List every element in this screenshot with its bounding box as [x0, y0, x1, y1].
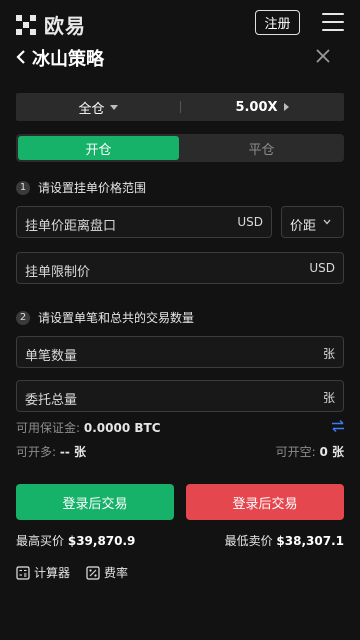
login-to-trade-buy-button[interactable]: 登录后交易 — [16, 484, 174, 520]
step-number: 1 — [16, 180, 30, 195]
section-price-range-label: 1 请设置挂单价格范围 — [16, 179, 146, 196]
max-buy-price: 最高买价 $39,870.9 — [16, 532, 135, 549]
step-number: 2 — [16, 310, 30, 325]
limit-price-placeholder: 挂单限制价 — [25, 265, 91, 280]
register-button[interactable]: 注册 — [255, 10, 300, 35]
can-open-long-label: 可开多: — [16, 445, 57, 459]
hamburger-menu-icon[interactable] — [322, 13, 344, 31]
distance-type-value: 价距 — [290, 219, 317, 234]
can-open-short-label: 可开空: — [275, 445, 316, 459]
okx-logo-icon — [16, 14, 36, 35]
leverage-value: 5.00X — [235, 99, 278, 115]
leverage-select[interactable]: 5.00X — [180, 93, 344, 121]
can-open-long: 可开多: -- 张 — [16, 443, 86, 460]
transfer-icon[interactable] — [331, 419, 345, 433]
price-distance-input[interactable]: 挂单价距离盘口 USD — [16, 206, 272, 238]
section-title: 请设置单笔和总共的交易数量 — [38, 311, 195, 325]
section-title: 请设置挂单价格范围 — [38, 181, 147, 195]
available-margin-label: 可用保证金: — [16, 421, 81, 435]
caret-down-icon — [109, 104, 118, 110]
single-quantity-input[interactable]: 单笔数量 张 — [16, 336, 344, 368]
top-bar: 欧易 注册 — [0, 0, 360, 42]
margin-mode-select[interactable]: 全仓 — [16, 93, 180, 121]
price-distance-unit: USD — [237, 215, 263, 229]
price-distance-placeholder: 挂单价距离盘口 — [25, 219, 117, 234]
limit-price-unit: USD — [309, 261, 335, 275]
can-open-long-value: -- 张 — [59, 445, 87, 459]
calculator-label: 计算器 — [34, 566, 71, 580]
min-sell-value: $38,307.1 — [276, 534, 344, 548]
close-icon[interactable] — [315, 48, 331, 64]
calculator-link[interactable]: 计算器 — [16, 564, 70, 581]
available-margin-value: 0.0000 BTC — [83, 421, 161, 435]
position-tabs: 开仓 平仓 — [16, 134, 344, 162]
fee-rate-link[interactable]: 费率 — [86, 564, 128, 581]
chevron-down-icon — [323, 219, 331, 225]
margin-leverage-bar: 全仓 5.00X — [16, 93, 344, 121]
brand-name: 欧易 — [44, 14, 86, 38]
min-sell-price: 最低卖价 $38,307.1 — [225, 532, 344, 549]
single-quantity-unit: 张 — [322, 347, 335, 361]
min-sell-label: 最低卖价 — [224, 534, 273, 548]
total-quantity-input[interactable]: 委托总量 张 — [16, 380, 344, 412]
section-quantity-label: 2 请设置单笔和总共的交易数量 — [16, 309, 194, 326]
calculator-icon — [16, 565, 30, 580]
margin-mode-value: 全仓 — [78, 101, 105, 117]
max-buy-value: $39,870.9 — [67, 534, 136, 548]
fee-rate-label: 费率 — [104, 566, 129, 580]
tab-open-position[interactable]: 开仓 — [18, 136, 179, 160]
limit-price-input[interactable]: 挂单限制价 USD — [16, 252, 344, 284]
distance-type-select[interactable]: 价距 — [281, 206, 344, 238]
total-quantity-placeholder: 委托总量 — [25, 393, 78, 408]
fee-rate-icon — [86, 565, 100, 580]
can-open-short-value: 0 张 — [319, 445, 344, 459]
max-buy-label: 最高买价 — [16, 534, 65, 548]
back-arrow-icon[interactable] — [15, 49, 27, 65]
caret-right-icon — [283, 103, 289, 111]
tab-close-position[interactable]: 平仓 — [181, 136, 342, 160]
can-open-short: 可开空: 0 张 — [276, 443, 344, 460]
total-quantity-unit: 张 — [322, 391, 335, 405]
page-title: 冰山策略 — [32, 49, 104, 70]
login-to-trade-sell-button[interactable]: 登录后交易 — [186, 484, 344, 520]
page-header: 冰山策略 — [0, 42, 360, 72]
okx-logo[interactable]: 欧易 — [16, 10, 86, 39]
available-margin: 可用保证金: 0.0000 BTC — [16, 419, 161, 436]
single-quantity-placeholder: 单笔数量 — [25, 349, 78, 364]
